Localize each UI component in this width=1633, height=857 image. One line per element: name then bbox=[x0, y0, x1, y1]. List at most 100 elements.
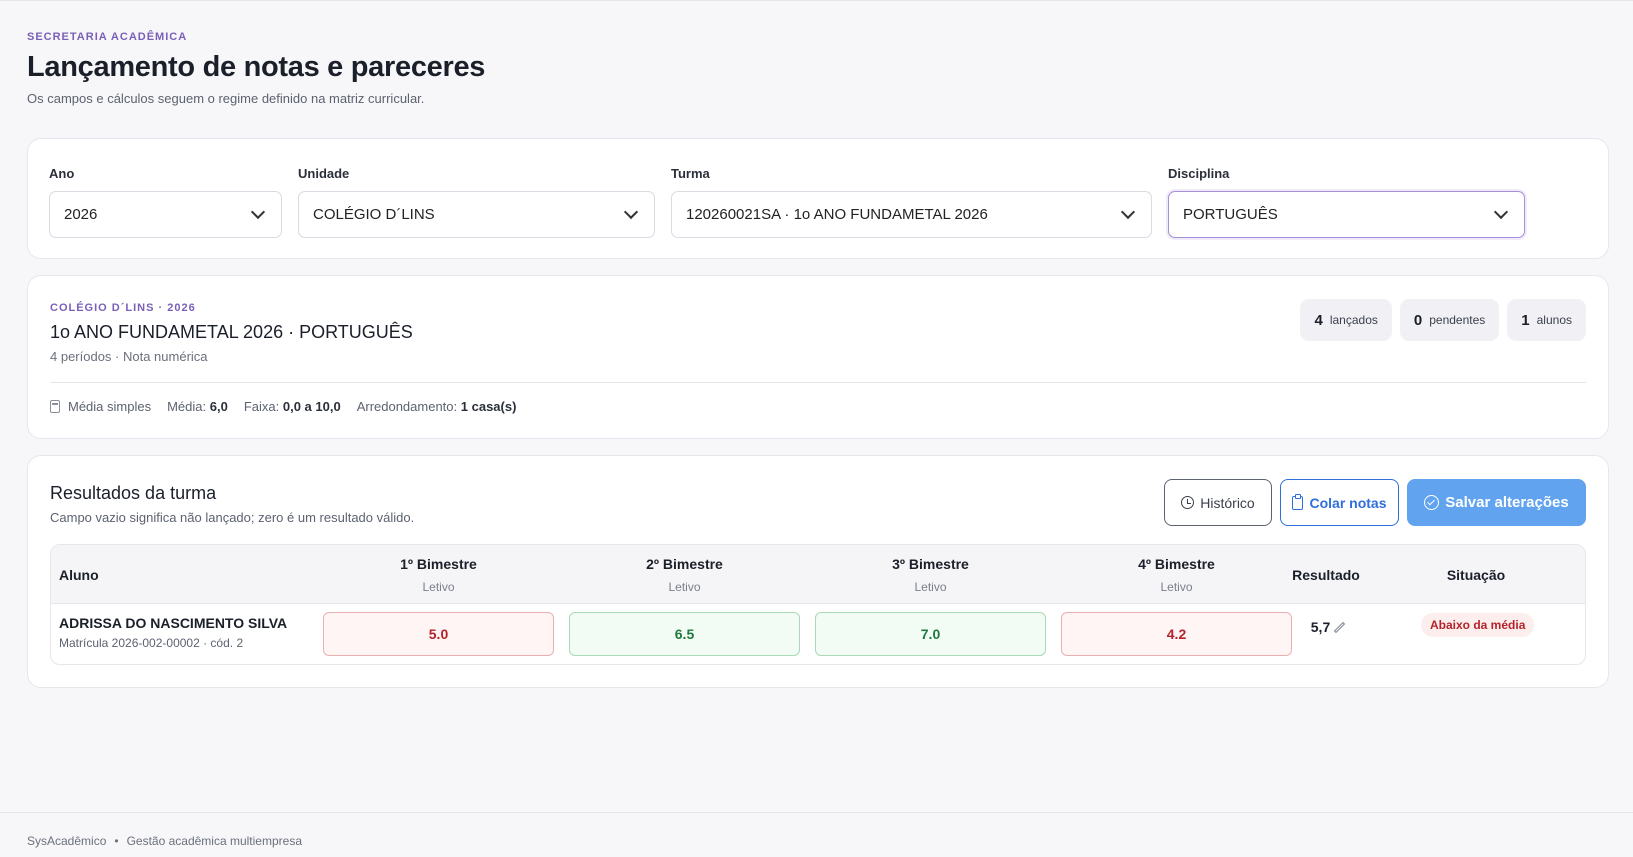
filter-disciplina-label: Disciplina bbox=[1168, 166, 1230, 181]
student-name: ADRISSA DO NASCIMENTO SILVA bbox=[59, 615, 288, 631]
salvar-button[interactable]: Salvar alterações bbox=[1407, 479, 1586, 526]
faixa-value: 0,0 a 10,0 bbox=[282, 399, 341, 414]
faixa-label: Faixa: bbox=[243, 399, 280, 414]
historico-button[interactable]: Histórico bbox=[1164, 479, 1272, 526]
colar-notas-button[interactable]: Colar notas bbox=[1280, 479, 1399, 526]
col-bimestre-3: 3º Bimestre Letivo bbox=[815, 545, 1046, 604]
filter-turma-label: Turma bbox=[671, 166, 710, 181]
col-resultado-label: Resultado bbox=[1292, 566, 1360, 583]
unidade-select-value: COLÉGIO D´LINS bbox=[313, 206, 435, 223]
page-header: SECRETARIA ACADÊMICA Lançamento de notas… bbox=[27, 31, 1609, 106]
stat-label: lançados bbox=[1329, 313, 1378, 327]
filter-ano: Ano 2026 bbox=[49, 166, 282, 238]
col-aluno: Aluno bbox=[59, 545, 299, 604]
results-card: Resultados da turma Campo vazio signific… bbox=[27, 455, 1609, 688]
stat-number: 1 bbox=[1521, 311, 1530, 329]
footer-tagline: Gestão acadêmica multiempresa bbox=[126, 834, 302, 848]
arred-label: Arredondamento: bbox=[356, 399, 458, 414]
col-b1-label: 1º Bimestre bbox=[400, 555, 477, 572]
summary-eyebrow: COLÉGIO D´LINS · 2026 bbox=[50, 302, 196, 314]
chevron-down-icon bbox=[1493, 204, 1509, 220]
footer-text: SysAcadêmico • Gestão acadêmica multiempre… bbox=[27, 834, 302, 848]
grade-input-b2[interactable]: 6.5 bbox=[569, 612, 800, 656]
stat-alunos: 1 alunos bbox=[1507, 299, 1586, 341]
page-title: Lançamento de notas e pareceres bbox=[27, 51, 486, 83]
stat-label: pendentes bbox=[1429, 313, 1486, 327]
col-bimestre-1: 1º Bimestre Letivo bbox=[323, 545, 554, 604]
turma-select[interactable]: 120260021SA · 1o ANO FUNDAMETAL 2026 bbox=[671, 191, 1152, 238]
ano-select[interactable]: 2026 bbox=[49, 191, 282, 238]
arredondamento-rule: Arredondamento: 1 casa(s) bbox=[357, 399, 517, 414]
filters-card: Ano 2026 Unidade COLÉGIO D´LINS Turma 12… bbox=[27, 138, 1609, 259]
filter-unidade: Unidade COLÉGIO D´LINS bbox=[298, 166, 655, 238]
student-meta: Matrícula 2026-002-00002 · cód. 2 bbox=[59, 636, 244, 650]
disciplina-select[interactable]: PORTUGUÊS bbox=[1168, 191, 1525, 238]
media-value: 6,0 bbox=[209, 399, 228, 414]
media-rule: Média: 6,0 bbox=[167, 399, 228, 414]
clipboard-icon bbox=[1292, 493, 1304, 510]
summary-title: 1o ANO FUNDAMETAL 2026 · PORTUGUÊS bbox=[50, 322, 413, 342]
clock-icon bbox=[1181, 496, 1195, 509]
turma-select-value: 120260021SA · 1o ANO FUNDAMETAL 2026 bbox=[686, 206, 988, 223]
col-resultado: Resultado bbox=[1283, 545, 1369, 604]
unidade-select[interactable]: COLÉGIO D´LINS bbox=[298, 191, 655, 238]
col-aluno-label: Aluno bbox=[59, 566, 99, 583]
footer-separator: • bbox=[114, 834, 119, 848]
table-header: Aluno 1º Bimestre Letivo 2º Bimestre Let… bbox=[51, 545, 1585, 604]
col-bimestre-4: 4º Bimestre Letivo bbox=[1061, 545, 1292, 604]
table-row: ADRISSA DO NASCIMENTO SILVA Matrícula 20… bbox=[51, 604, 1585, 664]
media-label: Média: bbox=[167, 399, 207, 414]
footer: SysAcadêmico • Gestão acadêmica multiempre… bbox=[0, 812, 1633, 857]
col-bimestre-2: 2º Bimestre Letivo bbox=[569, 545, 800, 604]
ano-select-value: 2026 bbox=[64, 206, 98, 223]
chevron-down-icon bbox=[1120, 204, 1136, 220]
salvar-label: Salvar alterações bbox=[1445, 494, 1569, 511]
grading-rules: Média simples Média: 6,0 Faixa: 0,0 a 10… bbox=[50, 399, 516, 414]
calculator-icon bbox=[50, 400, 60, 413]
colar-notas-label: Colar notas bbox=[1309, 494, 1387, 511]
results-actions: Histórico Colar notas Salvar alterações bbox=[1164, 479, 1586, 526]
historico-label: Histórico bbox=[1200, 494, 1255, 511]
stat-number: 4 bbox=[1314, 311, 1323, 329]
filter-ano-label: Ano bbox=[49, 166, 75, 181]
section-eyebrow: SECRETARIA ACADÊMICA bbox=[27, 31, 188, 43]
check-circle-icon bbox=[1424, 495, 1440, 510]
filter-turma: Turma 120260021SA · 1o ANO FUNDAMETAL 20… bbox=[671, 166, 1152, 238]
grade-input-b3[interactable]: 7.0 bbox=[815, 612, 1046, 656]
top-border bbox=[0, 0, 1633, 1]
results-subtitle: Campo vazio significa não lançado; zero … bbox=[50, 510, 415, 525]
summary-subtitle: 4 períodos · Nota numérica bbox=[50, 349, 208, 364]
stat-number: 0 bbox=[1413, 311, 1423, 329]
arred-value: 1 casa(s) bbox=[460, 399, 517, 414]
col-b3-type: Letivo bbox=[914, 579, 947, 594]
result-value: 5,7 bbox=[1310, 619, 1331, 635]
results-title: Resultados da turma bbox=[50, 483, 217, 503]
grades-table: Aluno 1º Bimestre Letivo 2º Bimestre Let… bbox=[50, 544, 1586, 665]
chevron-down-icon bbox=[623, 204, 639, 220]
col-b2-type: Letivo bbox=[668, 579, 701, 594]
col-b1-type: Letivo bbox=[422, 579, 455, 594]
col-situacao: Situação bbox=[1411, 545, 1541, 604]
status-badge: Abaixo da média bbox=[1421, 613, 1535, 637]
chevron-down-icon bbox=[250, 204, 266, 220]
stat-pendentes: 0 pendentes bbox=[1399, 299, 1500, 341]
footer-app-name: SysAcadêmico bbox=[27, 834, 107, 848]
col-b2-label: 2º Bimestre bbox=[646, 555, 723, 572]
calc-method: Média simples bbox=[50, 399, 151, 414]
col-b4-type: Letivo bbox=[1160, 579, 1193, 594]
grade-input-b1[interactable]: 5.0 bbox=[323, 612, 554, 656]
filter-unidade-label: Unidade bbox=[298, 166, 350, 181]
col-b4-label: 4º Bimestre bbox=[1138, 555, 1215, 572]
calc-method-label: Média simples bbox=[68, 399, 152, 414]
disciplina-select-value: PORTUGUÊS bbox=[1183, 206, 1278, 223]
page-subtitle: Os campos e cálculos seguem o regime def… bbox=[27, 91, 425, 106]
col-b3-label: 3º Bimestre bbox=[892, 555, 969, 572]
filter-disciplina: Disciplina PORTUGUÊS bbox=[1168, 166, 1525, 238]
stats-group: 4 lançados 0 pendentes 1 alunos bbox=[1300, 299, 1586, 341]
pencil-icon[interactable] bbox=[1334, 621, 1346, 633]
grade-input-b4[interactable]: 4.2 bbox=[1061, 612, 1292, 656]
stat-label: alunos bbox=[1536, 313, 1572, 327]
divider bbox=[50, 382, 1586, 383]
result-cell: 5,7 bbox=[1283, 619, 1369, 635]
faixa-rule: Faixa: 0,0 a 10,0 bbox=[244, 399, 341, 414]
